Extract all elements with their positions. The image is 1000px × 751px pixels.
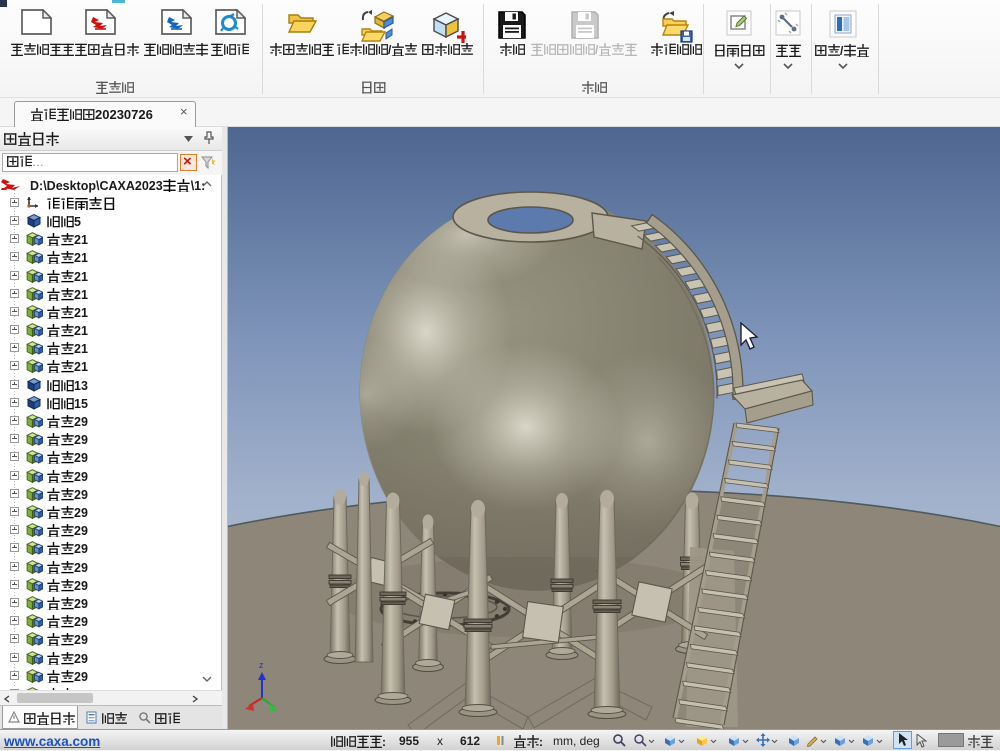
svg-text:z: z	[259, 660, 264, 670]
